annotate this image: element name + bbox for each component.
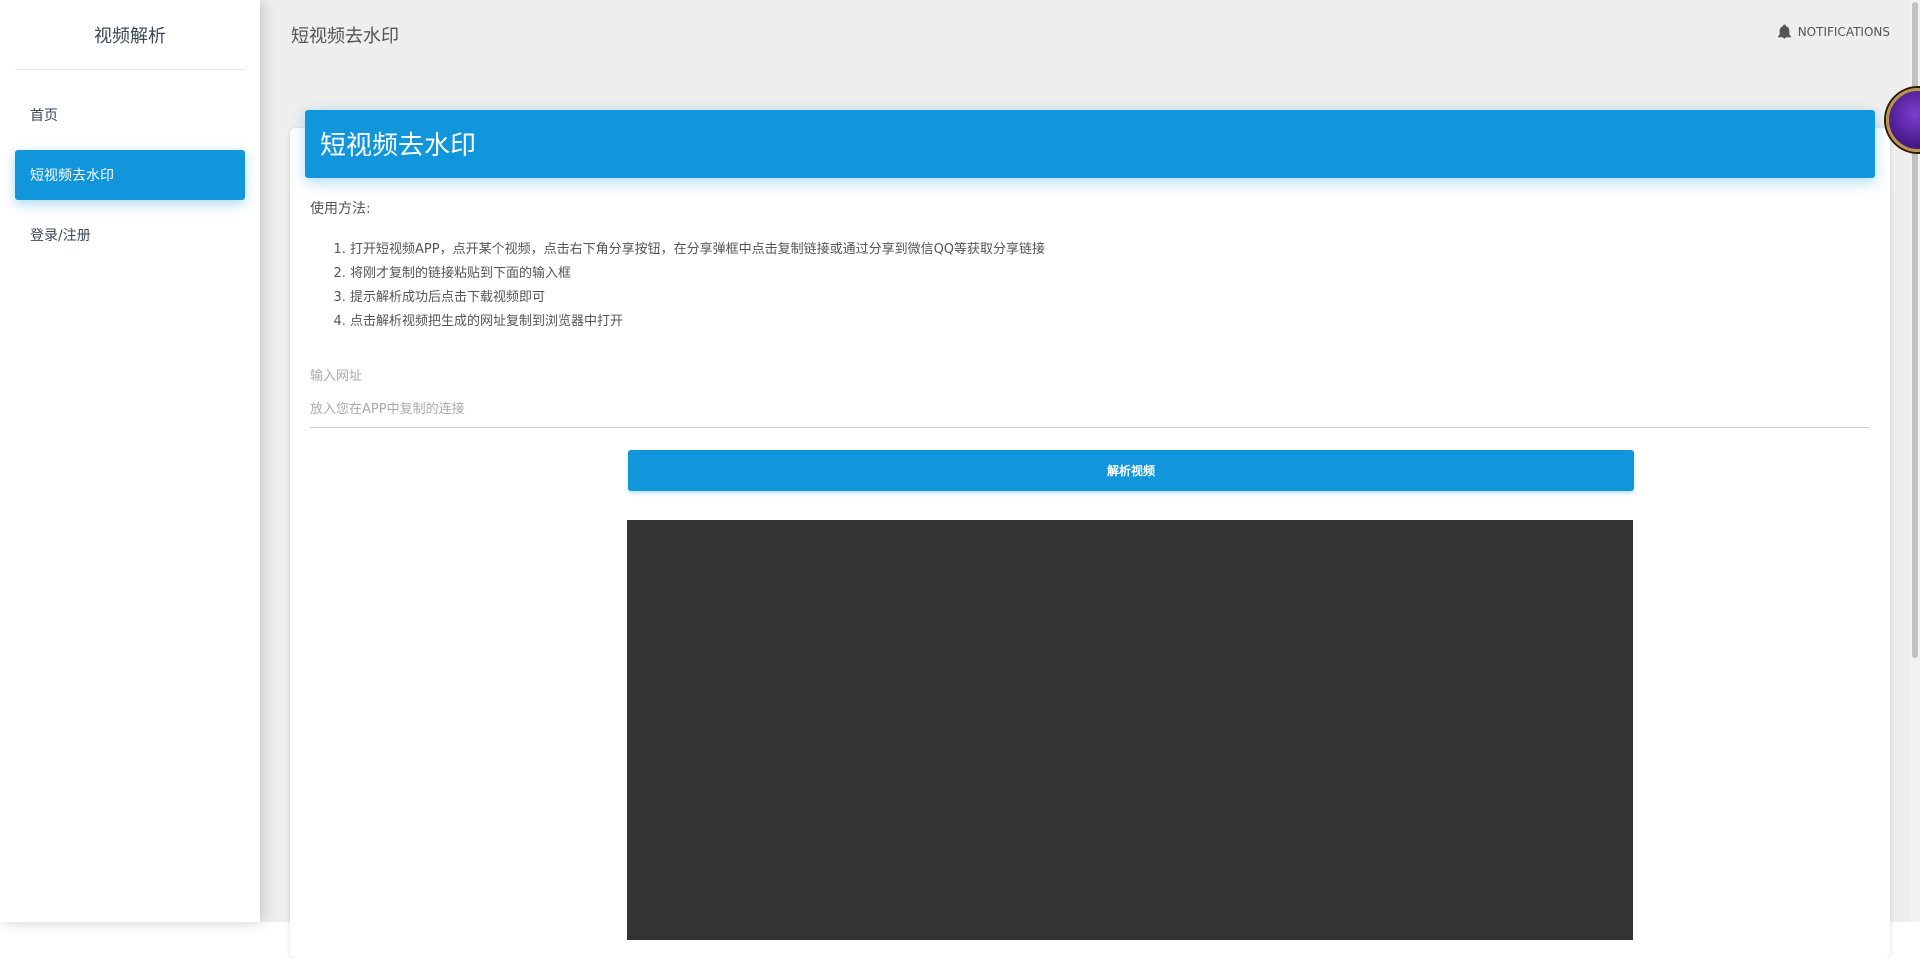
step-item: 打开短视频APP，点开某个视频，点击右下角分享按钮，在分享弹框中点击复制链接或通… xyxy=(350,238,1870,262)
watermark-card: 短视频去水印 使用方法: 打开短视频APP，点开某个视频，点击右下角分享按钮，在… xyxy=(290,110,1890,958)
floating-avatar[interactable] xyxy=(1886,88,1920,152)
page-title: 短视频去水印 xyxy=(291,26,399,47)
step-item: 将刚才复制的链接粘贴到下面的输入框 xyxy=(350,262,1870,286)
parse-video-button[interactable]: 解析视频 xyxy=(628,450,1634,491)
steps-list: 打开短视频APP，点开某个视频，点击右下角分享按钮，在分享弹框中点击复制链接或通… xyxy=(310,238,1870,334)
sidebar-item-label: 短视频去水印 xyxy=(30,168,114,184)
usage-title: 使用方法: xyxy=(310,201,371,217)
sidebar-brand[interactable]: 视频解析 xyxy=(15,0,245,70)
sidebar-item-home[interactable]: 首页 xyxy=(15,90,245,140)
sidebar: 视频解析 首页 短视频去水印 登录/注册 xyxy=(0,0,260,922)
sidebar-item-watermark-removal[interactable]: 短视频去水印 xyxy=(15,150,245,200)
url-input-label: 输入网址 xyxy=(310,369,363,384)
notifications-label: NOTIFICATIONS xyxy=(1797,24,1890,39)
card-header-title: 短视频去水印 xyxy=(305,110,1875,178)
video-player[interactable] xyxy=(627,520,1633,940)
bell-icon xyxy=(1777,24,1791,39)
sidebar-item-label: 登录/注册 xyxy=(30,228,91,244)
step-item: 点击解析视频把生成的网址复制到浏览器中打开 xyxy=(350,310,1870,334)
step-item: 提示解析成功后点击下载视频即可 xyxy=(350,286,1870,310)
topbar: 短视频去水印 NOTIFICATIONS xyxy=(260,0,1920,70)
sidebar-item-login-register[interactable]: 登录/注册 xyxy=(15,210,245,260)
sidebar-item-label: 首页 xyxy=(30,108,58,124)
main-panel: 短视频去水印 NOTIFICATIONS 短视频去水印 使用方法: 打开短视频A… xyxy=(260,0,1920,958)
notifications-button[interactable]: NOTIFICATIONS xyxy=(1777,24,1890,39)
card-body: 使用方法: 打开短视频APP，点开某个视频，点击右下角分享按钮，在分享弹框中点击… xyxy=(310,198,1870,428)
url-input[interactable] xyxy=(310,392,1870,428)
sidebar-nav: 首页 短视频去水印 登录/注册 xyxy=(0,90,260,260)
